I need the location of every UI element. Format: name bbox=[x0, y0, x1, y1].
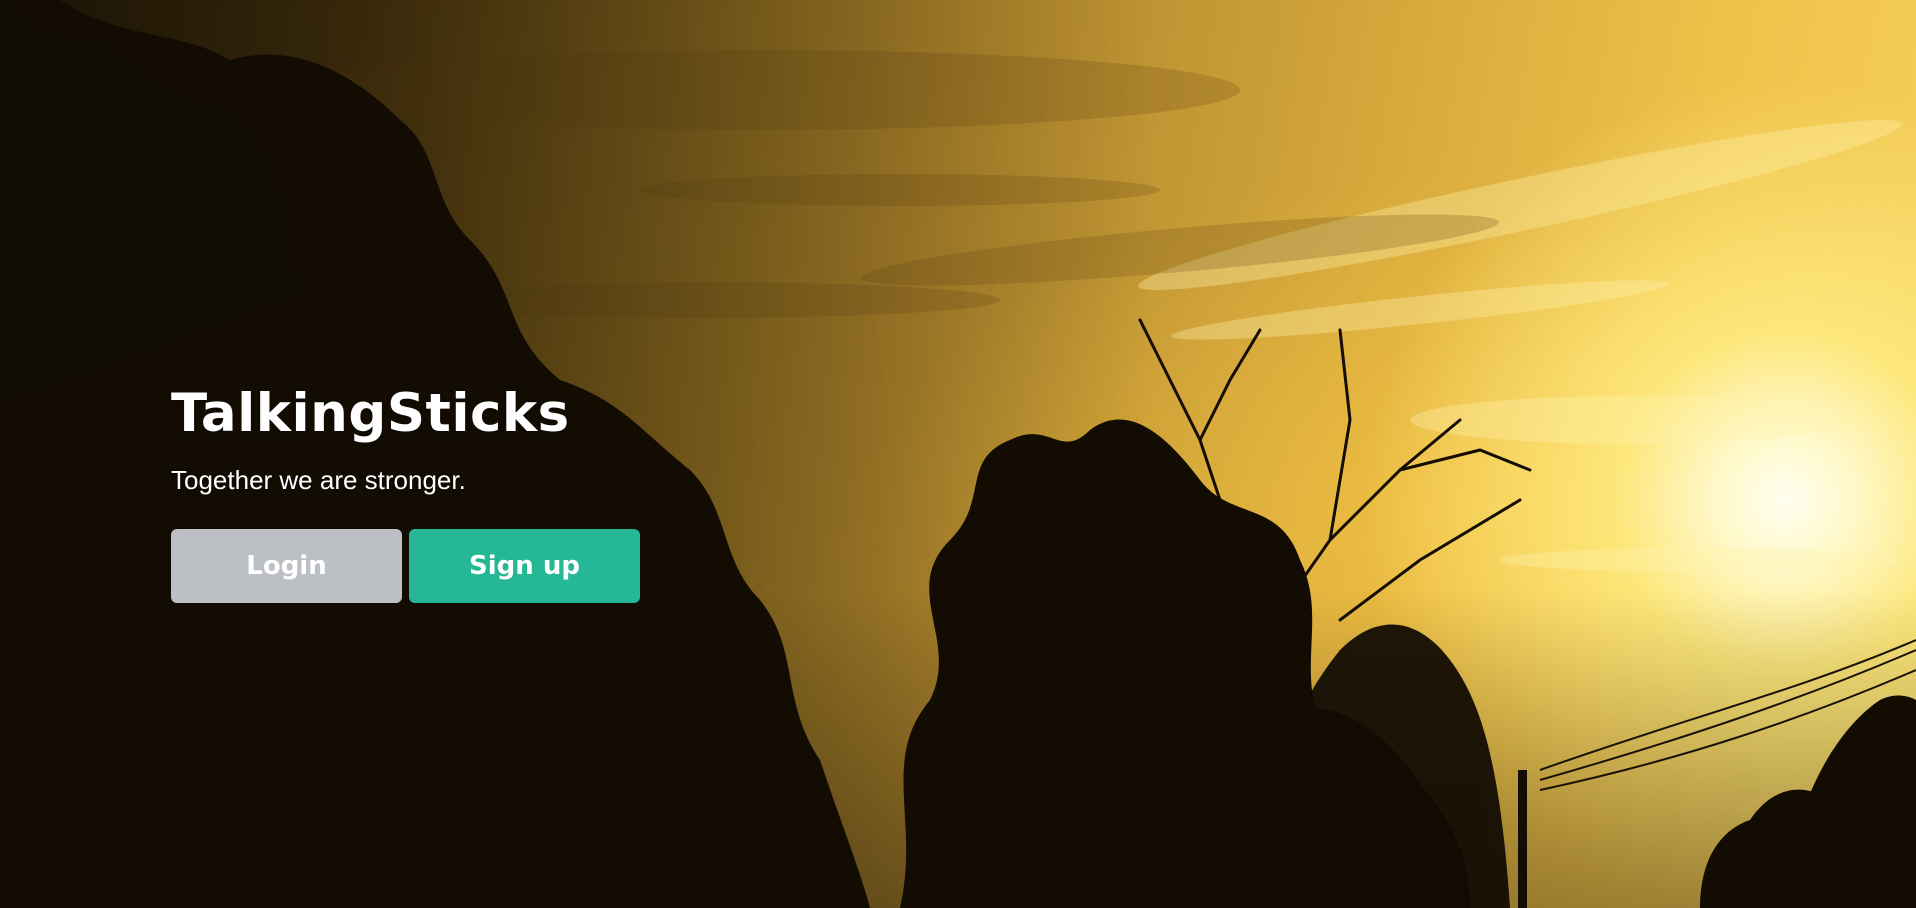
hero-content: TalkingSticks Together we are stronger. … bbox=[171, 383, 871, 604]
tagline: Together we are stronger. bbox=[171, 465, 466, 496]
signup-button[interactable]: Sign up bbox=[409, 529, 640, 604]
brand-title: TalkingSticks bbox=[171, 383, 570, 444]
login-button[interactable]: Login bbox=[171, 529, 402, 604]
action-buttons: Login Sign up bbox=[171, 529, 871, 604]
hero-section: TalkingSticks Together we are stronger. … bbox=[0, 0, 1916, 908]
